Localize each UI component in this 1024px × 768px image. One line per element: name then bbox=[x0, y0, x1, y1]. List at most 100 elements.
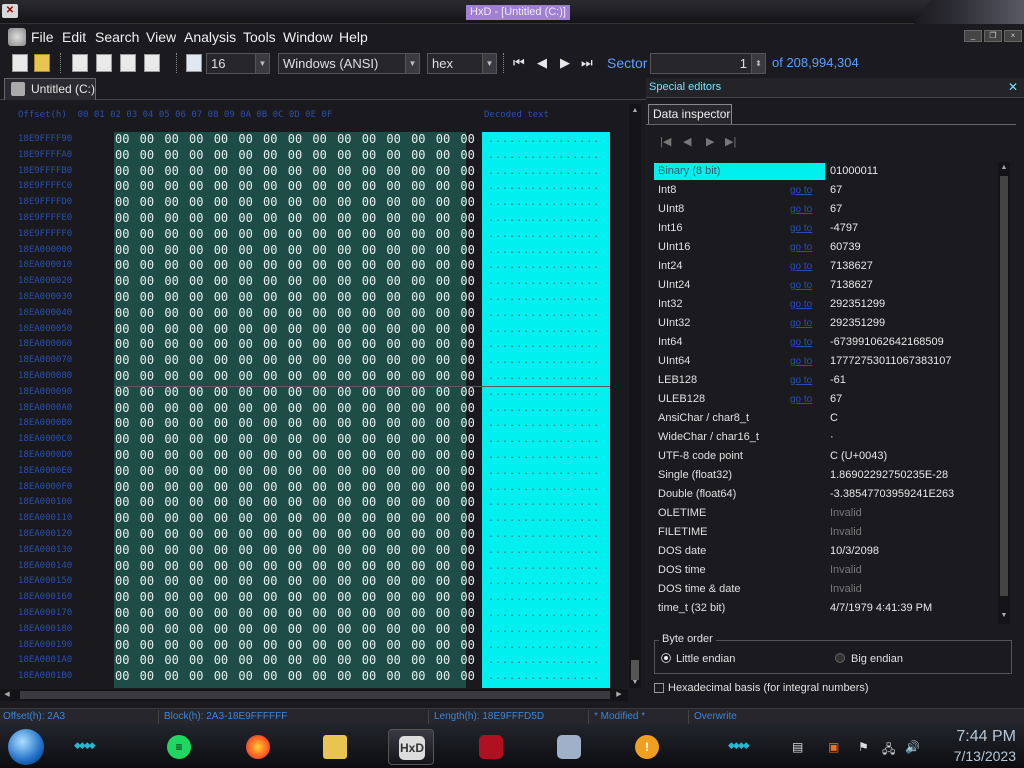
text-row[interactable]: ................ bbox=[482, 353, 610, 369]
menu-view[interactable]: View bbox=[146, 29, 176, 45]
goto-link[interactable]: go to bbox=[790, 200, 812, 219]
start-button[interactable] bbox=[8, 729, 44, 765]
bytes-per-row-select[interactable]: 16 ▼ bbox=[206, 53, 270, 74]
hex-row[interactable]: 00 00 00 00 00 00 00 00 00 00 00 00 00 0… bbox=[114, 179, 500, 195]
inspector-value[interactable]: 1.86902292750235E-28 bbox=[830, 466, 948, 485]
text-row[interactable]: ................ bbox=[482, 606, 610, 622]
text-row[interactable]: ................ bbox=[482, 211, 610, 227]
chevron-down-icon[interactable]: ▼ bbox=[405, 54, 419, 73]
inspector-row[interactable]: OLETIME Invalid bbox=[654, 504, 998, 523]
hex-editor-view[interactable]: Offset(h) 00 01 02 03 04 05 06 07 08 09 … bbox=[0, 104, 628, 688]
menu-edit[interactable]: Edit bbox=[62, 29, 86, 45]
hex-row[interactable]: 00 00 00 00 00 00 00 00 00 00 00 00 00 0… bbox=[114, 306, 500, 322]
hex-row[interactable]: 00 00 00 00 00 00 00 00 00 00 00 00 00 0… bbox=[114, 606, 500, 622]
first-icon[interactable]: |◀ bbox=[660, 135, 671, 148]
goto-link[interactable]: go to bbox=[790, 352, 812, 371]
text-row[interactable]: ................ bbox=[482, 148, 610, 164]
inspector-row[interactable]: time_t (32 bit) 4/7/1979 4:41:39 PM bbox=[654, 599, 998, 618]
hex-row[interactable]: 00 00 00 00 00 00 00 00 00 00 00 00 00 0… bbox=[114, 227, 500, 243]
inspector-row[interactable]: Binary (8 bit) 01000011 bbox=[654, 162, 998, 181]
hex-row[interactable]: 00 00 00 00 00 00 00 00 00 00 00 00 00 0… bbox=[114, 274, 500, 290]
text-row[interactable]: ................ bbox=[482, 195, 610, 211]
inspector-row[interactable]: Int32 go to 292351299 bbox=[654, 295, 998, 314]
inspector-value[interactable]: 01000011 bbox=[830, 162, 878, 181]
inspector-value[interactable]: 67 bbox=[830, 200, 842, 219]
text-row[interactable]: ................ bbox=[482, 543, 610, 559]
hex-row[interactable]: 00 00 00 00 00 00 00 00 00 00 00 00 00 0… bbox=[114, 432, 500, 448]
hex-row[interactable]: 00 00 00 00 00 00 00 00 00 00 00 00 00 0… bbox=[114, 590, 500, 606]
network-icon[interactable]: 🖧 bbox=[882, 740, 895, 761]
hex-row[interactable]: 00 00 00 00 00 00 00 00 00 00 00 00 00 0… bbox=[114, 353, 500, 369]
scroll-thumb[interactable] bbox=[1000, 176, 1008, 596]
big-endian-radio[interactable] bbox=[835, 653, 845, 663]
data-inspector-list[interactable]: Binary (8 bit) 01000011 Int8 go to 67 UInt8 go… bbox=[654, 162, 998, 624]
inspector-value[interactable]: 17772753011067383107 bbox=[830, 352, 952, 371]
hex-row[interactable]: 00 00 00 00 00 00 00 00 00 00 00 00 00 0… bbox=[114, 527, 500, 543]
inspector-row[interactable]: DOS time Invalid bbox=[654, 561, 998, 580]
goto-link[interactable]: go to bbox=[790, 238, 812, 257]
flag-icon[interactable]: ⚑ bbox=[858, 740, 869, 754]
hex-row[interactable]: 00 00 00 00 00 00 00 00 00 00 00 00 00 0… bbox=[114, 448, 500, 464]
scroll-thumb[interactable] bbox=[20, 691, 610, 699]
scroll-right-icon[interactable]: ▶ bbox=[614, 690, 624, 700]
hex-row[interactable]: 00 00 00 00 00 00 00 00 00 00 00 00 00 0… bbox=[114, 622, 500, 638]
last-sector-icon[interactable]: ⏭ bbox=[581, 55, 593, 71]
menu-tools[interactable]: Tools bbox=[243, 29, 276, 45]
text-row[interactable]: ................ bbox=[482, 480, 610, 496]
inspector-row[interactable]: Double (float64) -3.38547703959241E263 bbox=[654, 485, 998, 504]
volume-icon[interactable]: 🔊 bbox=[905, 740, 920, 754]
text-row[interactable]: ................ bbox=[482, 527, 610, 543]
decoded-text-area[interactable]: ........................................… bbox=[482, 132, 610, 688]
text-row[interactable]: ................ bbox=[482, 227, 610, 243]
inspector-value[interactable]: Invalid bbox=[830, 561, 862, 580]
goto-link[interactable]: go to bbox=[790, 219, 812, 238]
taskbar-app-4[interactable] bbox=[468, 729, 514, 765]
hex-row[interactable]: 00 00 00 00 00 00 00 00 00 00 00 00 00 0… bbox=[114, 195, 500, 211]
next-sector-icon[interactable]: ▶ bbox=[560, 55, 570, 71]
taskbar-app-hxd[interactable]: HxD bbox=[388, 729, 434, 765]
save-icon[interactable] bbox=[72, 54, 88, 72]
scroll-down-icon[interactable]: ▼ bbox=[630, 678, 640, 688]
scroll-thumb[interactable] bbox=[631, 660, 639, 680]
taskbar-app-explorer[interactable] bbox=[312, 729, 358, 765]
text-row[interactable]: ................ bbox=[482, 559, 610, 575]
taskbar-app-spotify[interactable]: ≡ bbox=[156, 729, 202, 765]
inspector-row[interactable]: UInt32 go to 292351299 bbox=[654, 314, 998, 333]
sector-input[interactable]: 1 ⬍ bbox=[650, 53, 766, 74]
text-row[interactable]: ................ bbox=[482, 179, 610, 195]
hex-row[interactable]: 00 00 00 00 00 00 00 00 00 00 00 00 00 0… bbox=[114, 369, 500, 385]
inspector-row[interactable]: FILETIME Invalid bbox=[654, 523, 998, 542]
inspector-row[interactable]: UInt16 go to 60739 bbox=[654, 238, 998, 257]
menu-window[interactable]: Window bbox=[283, 29, 333, 45]
hex-row[interactable]: 00 00 00 00 00 00 00 00 00 00 00 00 00 0… bbox=[114, 211, 500, 227]
inspector-value[interactable]: 292351299 bbox=[830, 295, 885, 314]
text-row[interactable]: ................ bbox=[482, 638, 610, 654]
inspector-row[interactable]: UInt24 go to 7138627 bbox=[654, 276, 998, 295]
hex-row[interactable]: 00 00 00 00 00 00 00 00 00 00 00 00 00 0… bbox=[114, 495, 500, 511]
text-row[interactable]: ................ bbox=[482, 511, 610, 527]
hex-row[interactable]: 00 00 00 00 00 00 00 00 00 00 00 00 00 0… bbox=[114, 653, 500, 669]
hxd-app-icon[interactable]: ✕ bbox=[2, 4, 18, 18]
first-sector-icon[interactable]: ⏮ bbox=[513, 55, 525, 71]
inspector-value[interactable]: Invalid bbox=[830, 504, 862, 523]
goto-link[interactable]: go to bbox=[790, 295, 812, 314]
hex-row[interactable]: 00 00 00 00 00 00 00 00 00 00 00 00 00 0… bbox=[114, 132, 500, 148]
big-endian-label[interactable]: Big endian bbox=[851, 653, 903, 665]
hex-horizontal-scrollbar[interactable]: ◀ ▶ bbox=[0, 689, 628, 701]
copy-icon[interactable] bbox=[144, 54, 160, 72]
inspector-row[interactable]: UInt8 go to 67 bbox=[654, 200, 998, 219]
goto-link[interactable]: go to bbox=[790, 333, 812, 352]
inspector-row[interactable]: Int64 go to -673991062642168509 bbox=[654, 333, 998, 352]
little-endian-label[interactable]: Little endian bbox=[676, 653, 735, 665]
last-icon[interactable]: ▶| bbox=[725, 135, 736, 148]
hex-row[interactable]: 00 00 00 00 00 00 00 00 00 00 00 00 00 0… bbox=[114, 559, 500, 575]
menu-search[interactable]: Search bbox=[95, 29, 139, 45]
hex-row[interactable]: 00 00 00 00 00 00 00 00 00 00 00 00 00 0… bbox=[114, 511, 500, 527]
goto-link[interactable]: go to bbox=[790, 371, 812, 390]
open-folder-icon[interactable] bbox=[34, 54, 50, 72]
little-endian-radio[interactable] bbox=[661, 653, 671, 663]
tab-untitled[interactable]: Untitled (C:) bbox=[4, 78, 96, 100]
previous-icon[interactable]: ◀ bbox=[683, 135, 691, 148]
text-row[interactable]: ................ bbox=[482, 448, 610, 464]
hex-row[interactable]: 00 00 00 00 00 00 00 00 00 00 00 00 00 0… bbox=[114, 574, 500, 590]
